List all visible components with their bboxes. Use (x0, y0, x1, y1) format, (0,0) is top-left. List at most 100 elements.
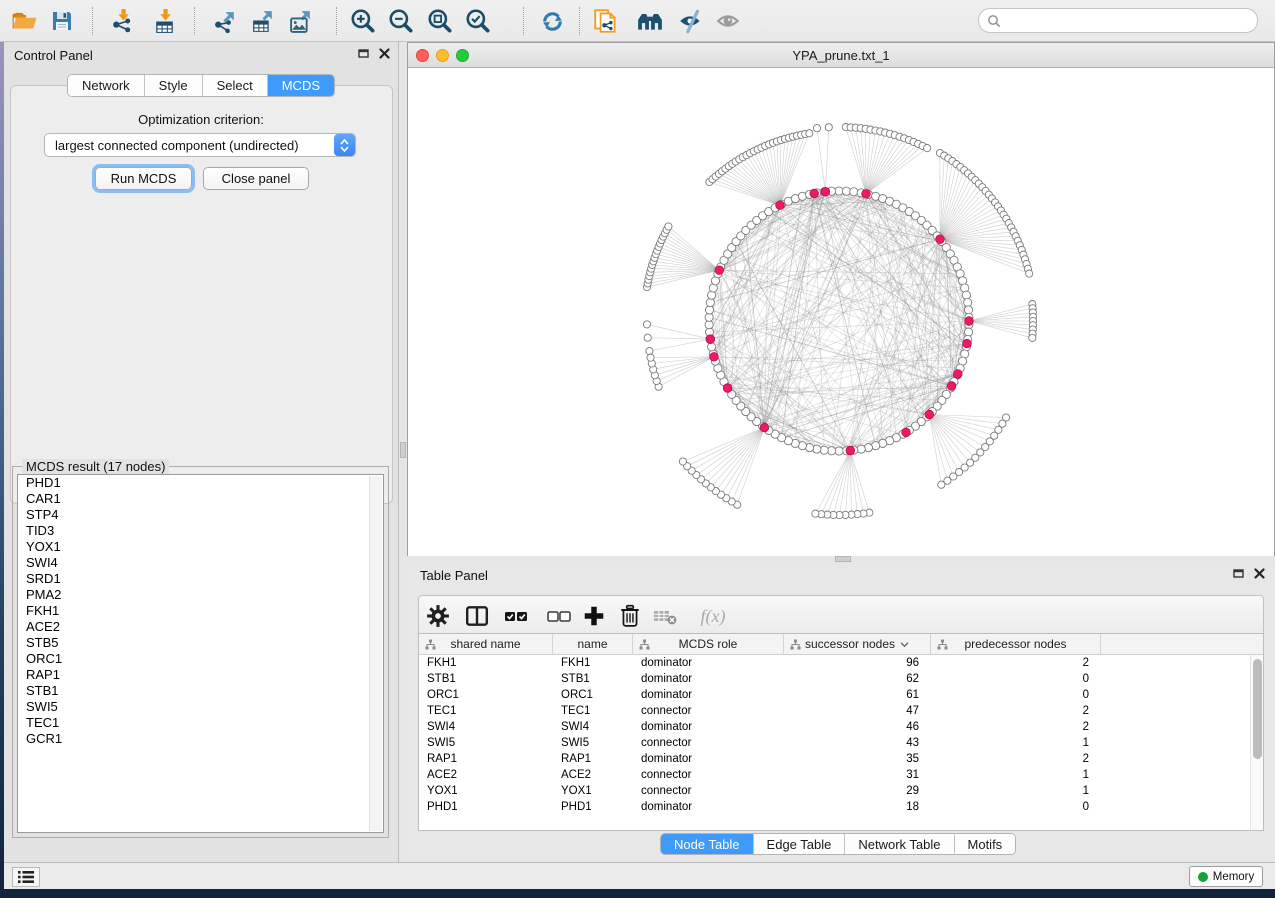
task-history-button[interactable] (12, 867, 40, 887)
mcds-node[interactable] (963, 339, 972, 348)
run-mcds-button[interactable]: Run MCDS (95, 167, 192, 190)
deselect-all-checkboxes-icon[interactable] (546, 603, 572, 629)
graph-leaf-node[interactable] (812, 510, 819, 517)
mcds-node[interactable] (810, 189, 819, 198)
graph-leaf-node[interactable] (679, 458, 686, 465)
mcds-node[interactable] (965, 317, 974, 326)
column-header-successor-nodes[interactable]: successor nodes (784, 634, 931, 654)
graph-leaf-node[interactable] (1026, 270, 1033, 277)
table-row[interactable]: YOX1YOX1connector291 (419, 783, 1263, 799)
float-panel-icon[interactable] (1233, 568, 1244, 579)
mcds-node[interactable] (776, 201, 785, 210)
graph-leaf-node[interactable] (665, 223, 672, 230)
graph-node[interactable] (820, 446, 828, 454)
graph-node[interactable] (706, 298, 714, 306)
close-panel-button[interactable]: Close panel (203, 167, 309, 190)
vertical-splitter[interactable] (399, 42, 407, 862)
column-header-shared-name[interactable]: shared name (419, 634, 553, 654)
mcds-node[interactable] (902, 428, 911, 437)
mcds-node[interactable] (947, 382, 956, 391)
graph-leaf-node[interactable] (647, 354, 654, 361)
show-columns-icon[interactable] (464, 603, 490, 629)
criterion-dropdown[interactable]: largest connected component (undirected) (44, 133, 356, 157)
graph-node[interactable] (828, 447, 836, 455)
zoom-selected-icon[interactable] (461, 4, 495, 38)
export-table-icon[interactable] (246, 4, 280, 38)
table-row[interactable]: SWI5SWI5connector431 (419, 735, 1263, 751)
graph-leaf-node[interactable] (924, 145, 931, 152)
table-row[interactable]: FKH1FKH1dominator962 (419, 655, 1263, 671)
delete-column-icon[interactable] (617, 603, 643, 629)
import-table-icon[interactable] (147, 4, 181, 38)
graph-node[interactable] (964, 328, 972, 336)
tab-network-table[interactable]: Network Table (845, 834, 954, 854)
find-icon[interactable] (633, 4, 667, 38)
new-network-from-selection-icon[interactable] (589, 4, 623, 38)
import-network-icon[interactable] (105, 4, 139, 38)
hide-selected-icon[interactable] (674, 4, 708, 38)
mcds-node[interactable] (710, 353, 719, 362)
zoom-fit-icon[interactable] (423, 4, 457, 38)
close-panel-icon[interactable] (1254, 568, 1265, 579)
tab-motifs[interactable]: Motifs (955, 834, 1016, 854)
tab-select[interactable]: Select (203, 75, 268, 96)
graph-node[interactable] (857, 445, 865, 453)
show-all-icon[interactable] (712, 4, 746, 38)
graph-leaf-node[interactable] (806, 130, 813, 137)
table-scrollbar[interactable] (1250, 655, 1263, 830)
memory-button[interactable]: Memory (1189, 866, 1263, 887)
graph-leaf-node[interactable] (938, 481, 945, 488)
add-column-icon[interactable] (581, 603, 607, 629)
tab-style[interactable]: Style (145, 75, 203, 96)
select-all-checkboxes-icon[interactable] (503, 603, 529, 629)
mcds-list-scrollbar[interactable] (369, 476, 382, 831)
graph-leaf-node[interactable] (1029, 334, 1036, 341)
export-image-icon[interactable] (284, 4, 318, 38)
mcds-node[interactable] (821, 187, 830, 196)
table-row[interactable]: ACE2ACE2connector311 (419, 767, 1263, 783)
column-header-predecessor-nodes[interactable]: predecessor nodes (931, 634, 1101, 654)
table-row[interactable]: PHD1PHD1dominator180 (419, 799, 1263, 815)
graph-node[interactable] (842, 187, 850, 195)
table-row[interactable]: SWI4SWI4dominator462 (419, 719, 1263, 735)
search-input[interactable] (1006, 14, 1249, 28)
function-builder-icon[interactable]: f(x) (695, 603, 731, 629)
table-row[interactable]: TEC1TEC1connector472 (419, 703, 1263, 719)
scrollbar-thumb[interactable] (1253, 659, 1262, 759)
mcds-node[interactable] (846, 446, 855, 455)
tab-node-table[interactable]: Node Table (661, 834, 754, 854)
graph-leaf-node[interactable] (643, 321, 650, 328)
table-row[interactable]: STB1STB1dominator620 (419, 671, 1263, 687)
network-canvas[interactable] (408, 68, 1274, 556)
mcds-node[interactable] (715, 266, 724, 275)
graph-node[interactable] (962, 291, 970, 299)
tab-network[interactable]: Network (68, 75, 145, 96)
graph-node[interactable] (964, 298, 972, 306)
mcds-node[interactable] (706, 335, 715, 344)
open-file-icon[interactable] (8, 4, 42, 38)
close-panel-icon[interactable] (379, 48, 390, 59)
table-row[interactable]: RAP1RAP1dominator352 (419, 751, 1263, 767)
splitter-grip[interactable] (400, 442, 406, 458)
mcds-node[interactable] (862, 190, 871, 199)
delete-table-icon[interactable] (652, 603, 678, 629)
save-session-icon[interactable] (45, 4, 79, 38)
graph-node[interactable] (850, 188, 858, 196)
network-window-titlebar[interactable]: YPA_prune.txt_1 (408, 43, 1274, 68)
graph-leaf-node[interactable] (644, 334, 651, 341)
mcds-node[interactable] (936, 235, 945, 244)
tab-edge-table[interactable]: Edge Table (754, 834, 846, 854)
table-row[interactable]: ORC1ORC1dominator610 (419, 687, 1263, 703)
zoom-out-icon[interactable] (384, 4, 418, 38)
graph-node[interactable] (705, 306, 713, 314)
graph-node[interactable] (708, 343, 716, 351)
column-header-MCDS-role[interactable]: MCDS role (633, 634, 784, 654)
refresh-layout-icon[interactable] (535, 4, 569, 38)
graph-leaf-node[interactable] (825, 124, 832, 131)
tab-mcds[interactable]: MCDS (268, 75, 334, 96)
mcds-node[interactable] (954, 370, 963, 379)
graph-leaf-node[interactable] (813, 125, 820, 132)
graph-leaf-node[interactable] (646, 347, 653, 354)
mcds-node[interactable] (925, 410, 934, 419)
export-network-icon[interactable] (208, 4, 242, 38)
